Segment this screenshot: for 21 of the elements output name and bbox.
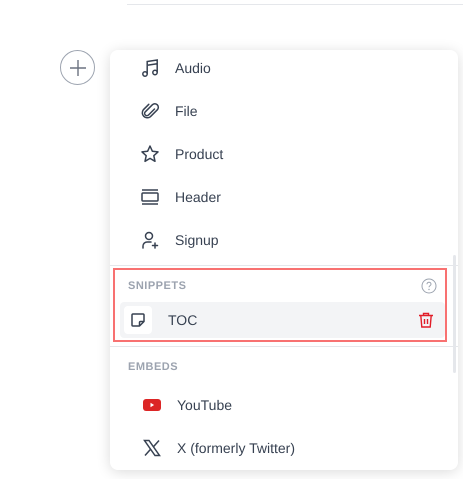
menu-item[interactable]: Signup <box>118 218 450 261</box>
section-heading: EMBEDS <box>128 361 178 373</box>
plus-icon <box>68 58 86 76</box>
note-icon <box>129 311 147 329</box>
paperclip-icon <box>140 100 160 120</box>
header-icon <box>140 186 160 206</box>
user-add-icon <box>140 230 160 250</box>
menu-item[interactable]: File <box>118 89 450 132</box>
delete-icon[interactable] <box>417 311 435 329</box>
snippet-item[interactable]: TOC <box>120 302 445 338</box>
menu-item[interactable]: X (formerly Twitter) <box>120 426 445 469</box>
menu-item[interactable]: Header <box>118 175 450 218</box>
add-button[interactable] <box>60 50 95 85</box>
section-heading: SNIPPETS <box>128 280 186 292</box>
star-icon <box>140 144 160 164</box>
menu-item[interactable]: Audio <box>118 50 450 89</box>
x-icon <box>142 438 162 458</box>
menu-item[interactable]: YouTube <box>120 383 445 426</box>
music-note-icon <box>140 58 160 78</box>
menu-item[interactable]: Product <box>118 132 450 175</box>
help-icon[interactable] <box>421 278 437 294</box>
